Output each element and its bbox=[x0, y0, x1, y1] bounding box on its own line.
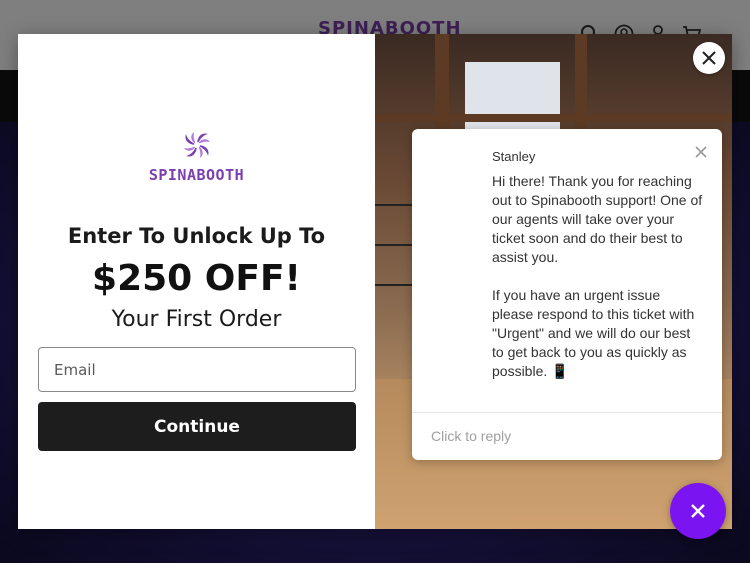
chat-divider bbox=[412, 412, 722, 413]
popup-close-button[interactable] bbox=[693, 42, 725, 74]
popup-form-panel: SPINABOOTH Enter To Unlock Up To $250 OF… bbox=[18, 34, 375, 529]
email-input[interactable] bbox=[38, 347, 356, 392]
popup-offer: $250 OFF! bbox=[92, 258, 301, 299]
popup-brand: SPINABOOTH bbox=[18, 128, 375, 184]
spinabooth-logo-icon bbox=[183, 132, 210, 158]
chat-launcher-button[interactable] bbox=[670, 483, 726, 539]
chat-reply-input[interactable]: Click to reply bbox=[431, 428, 511, 444]
close-icon bbox=[691, 504, 705, 518]
chat-agent-name: Stanley bbox=[492, 149, 536, 164]
photo-beam bbox=[375, 114, 732, 122]
chat-widget: Stanley Hi there! Thank you for reaching… bbox=[412, 129, 722, 460]
chat-close-button[interactable] bbox=[690, 141, 712, 163]
brand-name: SPINABOOTH bbox=[148, 166, 245, 184]
popup-subline: Your First Order bbox=[111, 307, 282, 332]
continue-button[interactable]: Continue bbox=[38, 402, 356, 451]
close-icon bbox=[695, 146, 707, 158]
popup-headline: Enter To Unlock Up To bbox=[67, 224, 326, 248]
close-icon bbox=[702, 51, 716, 65]
chat-message: Hi there! Thank you for reaching out to … bbox=[492, 173, 703, 379]
